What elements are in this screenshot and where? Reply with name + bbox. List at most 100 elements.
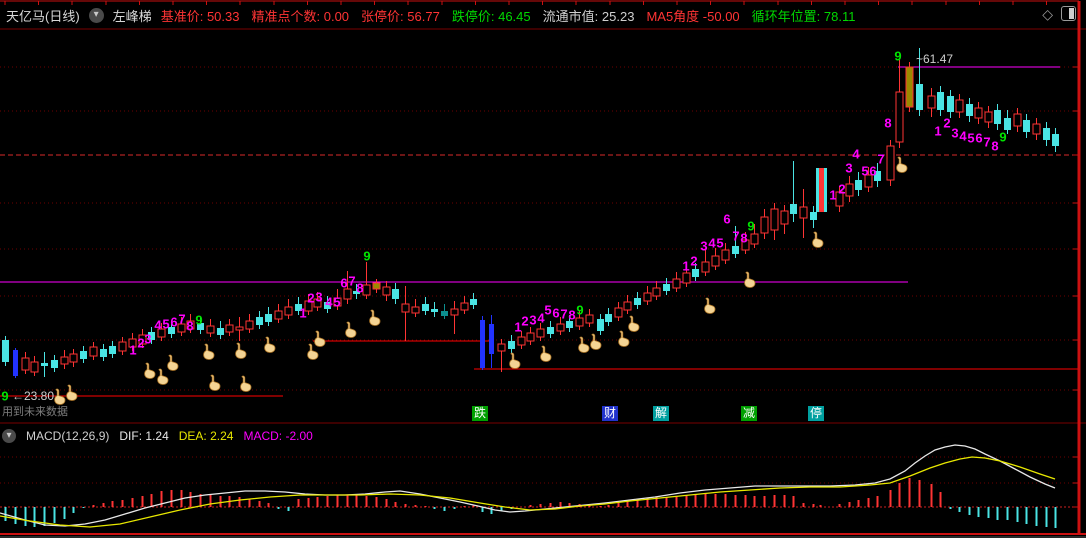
candle bbox=[411, 306, 420, 314]
candle bbox=[682, 272, 691, 284]
signal-marker: 解 bbox=[653, 406, 670, 421]
candle bbox=[450, 308, 459, 316]
candle bbox=[994, 110, 1001, 124]
count-label: 8 bbox=[186, 319, 193, 334]
low-price-label: ←23.80 bbox=[12, 389, 55, 403]
pointing-hand-icon bbox=[203, 343, 215, 360]
candle bbox=[1043, 128, 1050, 140]
field: MACD: -2.00 bbox=[243, 429, 313, 443]
count-label: 4 bbox=[154, 318, 162, 333]
candle bbox=[652, 287, 661, 297]
candle bbox=[217, 328, 224, 335]
candle bbox=[855, 180, 862, 190]
candle bbox=[799, 206, 808, 219]
count-label: 9 bbox=[363, 249, 370, 264]
candle bbox=[1013, 113, 1022, 127]
candle bbox=[984, 111, 993, 123]
panel-split-icon[interactable] bbox=[1061, 6, 1076, 21]
field: 精准点个数: 0.00 bbox=[251, 8, 350, 24]
pointing-hand-icon bbox=[345, 321, 357, 338]
candle bbox=[605, 314, 612, 322]
count-label: 2 bbox=[307, 291, 314, 306]
candle bbox=[480, 320, 485, 368]
count-label: 5 bbox=[861, 164, 868, 179]
pointing-hand-icon bbox=[209, 374, 221, 391]
chevron-down-icon[interactable]: ▾ bbox=[2, 429, 16, 443]
candle bbox=[60, 356, 69, 365]
indicator-name: 左峰梯 bbox=[112, 8, 152, 24]
candle bbox=[770, 208, 779, 231]
diamond-icon[interactable]: ◇ bbox=[1042, 7, 1053, 21]
pointing-hand-icon bbox=[540, 345, 552, 362]
count-label: 6 bbox=[975, 131, 982, 146]
pointing-hand-icon bbox=[509, 352, 521, 369]
candle bbox=[701, 261, 710, 273]
candle bbox=[760, 216, 769, 234]
count-label: 4 bbox=[959, 129, 967, 144]
candle bbox=[206, 325, 215, 334]
signal-marker: 减 bbox=[741, 406, 758, 421]
candle bbox=[966, 104, 973, 116]
candle bbox=[470, 299, 477, 305]
macd-fields: DIF: 1.24 DEA: 2.24 MACD: -2.00 bbox=[119, 429, 312, 443]
count-label: 7 bbox=[983, 135, 990, 150]
candle bbox=[721, 249, 730, 261]
candle bbox=[41, 363, 48, 366]
count-label: 7 bbox=[348, 274, 355, 289]
candle bbox=[382, 286, 391, 296]
pointing-hand-icon bbox=[628, 315, 640, 332]
candle bbox=[109, 346, 116, 354]
candle bbox=[643, 292, 652, 302]
candle bbox=[69, 353, 78, 363]
pointing-hand-icon bbox=[369, 309, 381, 326]
count-label: 1 bbox=[829, 188, 836, 203]
count-label: 9 bbox=[195, 313, 202, 328]
candle bbox=[585, 314, 594, 324]
candle bbox=[547, 327, 554, 334]
candle bbox=[508, 341, 515, 349]
candle bbox=[955, 99, 964, 113]
candle bbox=[235, 326, 244, 331]
count-label: 3 bbox=[529, 313, 536, 328]
candle bbox=[80, 351, 87, 359]
candle bbox=[526, 332, 535, 342]
count-label: 2 bbox=[838, 182, 845, 197]
pointing-hand-icon bbox=[590, 333, 602, 350]
candle bbox=[362, 284, 371, 296]
candle bbox=[937, 92, 944, 110]
count-label: 1 bbox=[682, 259, 689, 274]
candle bbox=[780, 210, 789, 225]
pointing-hand-icon bbox=[704, 297, 716, 314]
count-label: 3 bbox=[845, 161, 852, 176]
header-bar: 天亿马(日线) ▾ 左峰梯 基准价: 50.33 精准点个数: 0.00 张停价: … bbox=[6, 6, 856, 24]
count-label: 6 bbox=[170, 315, 177, 330]
candle bbox=[916, 84, 923, 110]
candle bbox=[536, 328, 545, 338]
count-label: 6 bbox=[552, 306, 559, 321]
pointing-hand-icon bbox=[314, 330, 326, 347]
count-label: 9 bbox=[894, 49, 901, 64]
count-label: 4 bbox=[325, 295, 333, 310]
candle bbox=[750, 233, 759, 245]
candle bbox=[21, 357, 30, 371]
candle bbox=[692, 269, 699, 277]
candle bbox=[845, 183, 854, 197]
pointing-hand-icon bbox=[896, 156, 908, 173]
candle bbox=[245, 320, 254, 330]
chevron-down-icon[interactable]: ▾ bbox=[88, 7, 104, 23]
field: 循环年位置: 78.11 bbox=[751, 8, 856, 24]
price-chart[interactable]: 91 2 34 5 6 7 8 9 12 3 4 56 7 891 2 3 45 6 7 8 91 23 4 567 891 23… bbox=[0, 0, 1086, 538]
count-label: 7 bbox=[178, 312, 185, 327]
count-label: 7 bbox=[877, 152, 884, 167]
count-label: 3 bbox=[700, 239, 707, 254]
candle bbox=[1004, 118, 1011, 130]
count-label: 8 bbox=[884, 116, 891, 131]
pointing-hand-icon bbox=[264, 336, 276, 353]
candle bbox=[401, 303, 410, 313]
count-label: 5 bbox=[333, 295, 340, 310]
pointing-hand-icon bbox=[744, 271, 756, 288]
candle bbox=[711, 255, 720, 267]
candle bbox=[118, 341, 127, 352]
candle bbox=[824, 168, 827, 212]
candle bbox=[816, 168, 819, 212]
